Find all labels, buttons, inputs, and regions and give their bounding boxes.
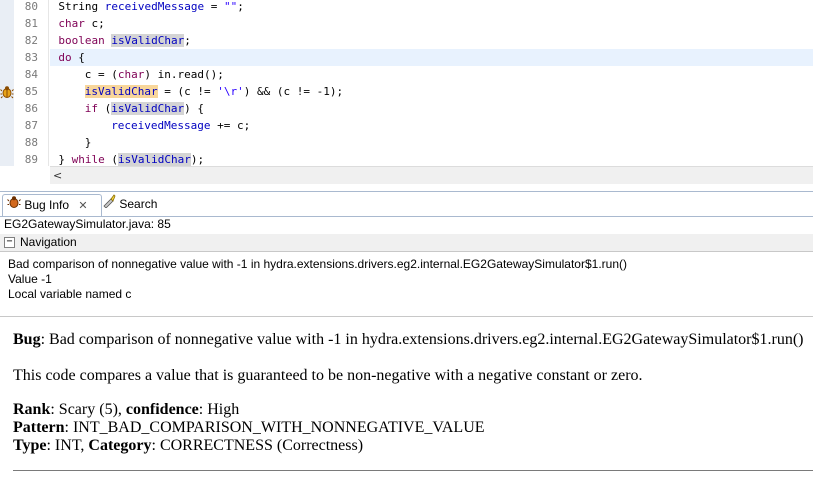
collapse-toggle-icon[interactable]: − bbox=[4, 237, 15, 248]
code-line[interactable]: boolean isValidChar; bbox=[50, 32, 813, 49]
code-token: boolean bbox=[58, 34, 105, 47]
list-item[interactable]: Local variable named c bbox=[8, 287, 131, 301]
view-tab-bar: Bug Info ✕ Search bbox=[0, 191, 813, 217]
code-token: isValidChar bbox=[84, 85, 158, 98]
line-number: 87 bbox=[24, 119, 38, 132]
code-token: = bbox=[204, 0, 224, 13]
tab-search-label: Search bbox=[119, 197, 158, 211]
pattern-line: Pattern: INT_BAD_COMPARISON_WITH_NONNEGA… bbox=[13, 419, 485, 437]
code-line[interactable]: } while (isValidChar); bbox=[50, 151, 813, 166]
bug-marker-icon[interactable] bbox=[0, 84, 14, 99]
type-label: Type bbox=[13, 437, 47, 454]
code-token: receivedMessage bbox=[111, 119, 211, 132]
line-number: 81 bbox=[24, 17, 38, 30]
close-icon[interactable]: ✕ bbox=[78, 200, 87, 212]
code-line[interactable]: receivedMessage += c; bbox=[50, 117, 813, 134]
code-token: ); bbox=[190, 153, 205, 166]
code-editor[interactable]: String receivedMessage = ""; char c; boole… bbox=[0, 0, 813, 166]
code-token: while bbox=[71, 153, 105, 166]
tab-bug-info-label: Bug Info bbox=[24, 198, 70, 212]
line-number: 84 bbox=[24, 68, 38, 81]
code-line[interactable]: c = (char) in.read(); bbox=[50, 66, 813, 83]
line-number: 85 bbox=[24, 85, 38, 98]
code-token: ) && (c != -1); bbox=[243, 85, 344, 98]
code-line[interactable]: isValidChar = (c != '\r') && (c != -1); bbox=[50, 83, 813, 100]
line-number: 80 bbox=[24, 0, 38, 13]
code-token: c; bbox=[84, 17, 105, 30]
code-token: ; bbox=[237, 0, 244, 13]
code-token: isValidChar bbox=[111, 102, 185, 115]
code-token: if bbox=[84, 102, 99, 115]
confidence-label: confidence bbox=[125, 401, 199, 418]
code-token: { bbox=[71, 51, 85, 64]
bug-details-panel: Bug: Bad comparison of nonnegative value… bbox=[0, 318, 813, 483]
line-number: 88 bbox=[24, 136, 38, 149]
line-number: 89 bbox=[24, 153, 38, 166]
bug-summary-text: : Bad comparison of nonnegative value wi… bbox=[40, 331, 804, 348]
code-token: char bbox=[58, 17, 85, 30]
category-value: : CORRECTNESS (Correctness) bbox=[151, 437, 364, 454]
rank-value: : Scary (5), bbox=[50, 401, 126, 418]
code-line[interactable]: char c; bbox=[50, 15, 813, 32]
rank-label: Rank bbox=[13, 401, 51, 418]
pattern-value: : INT_BAD_COMPARISON_WITH_NONNEGATIVE_VA… bbox=[64, 419, 485, 436]
code-token: "" bbox=[223, 0, 238, 13]
code-token: isValidChar bbox=[111, 34, 185, 47]
code-token: isValidChar bbox=[118, 153, 191, 166]
code-token: += c; bbox=[210, 119, 251, 132]
scrollbar-spacer bbox=[0, 166, 50, 183]
code-token: String bbox=[58, 0, 105, 13]
navigation-title: Navigation bbox=[20, 235, 77, 249]
code-token: ) { bbox=[184, 102, 205, 115]
scroll-left-arrow-icon[interactable]: < bbox=[53, 167, 62, 184]
line-number: 82 bbox=[24, 34, 38, 47]
code-token: ( bbox=[104, 153, 119, 166]
code-line[interactable]: } bbox=[50, 134, 813, 151]
tab-search[interactable]: Search bbox=[98, 194, 176, 215]
bug-location-link[interactable]: EG2GatewaySimulator.java: 85 bbox=[4, 217, 171, 231]
category-label: Category bbox=[88, 437, 152, 454]
navigation-list: Bad comparison of nonnegative value with… bbox=[0, 252, 813, 317]
code-line[interactable]: if (isValidChar) { bbox=[50, 100, 813, 117]
code-token: ( bbox=[98, 102, 112, 115]
type-line: Type: INT, Category: CORRECTNESS (Correc… bbox=[13, 437, 363, 455]
flashlight-icon bbox=[102, 194, 116, 215]
bug-icon bbox=[7, 195, 21, 216]
type-value: : INT, bbox=[46, 437, 89, 454]
overview-ruler[interactable] bbox=[0, 0, 15, 166]
list-item[interactable]: Value -1 bbox=[8, 272, 52, 286]
navigation-section-header[interactable]: − Navigation bbox=[0, 234, 813, 252]
bug-description: This code compares a value that is guara… bbox=[13, 367, 643, 384]
code-token: do bbox=[58, 51, 72, 64]
code-token: '\r' bbox=[217, 85, 244, 98]
code-token: receivedMessage bbox=[104, 0, 205, 13]
confidence-value: : High bbox=[198, 401, 240, 418]
code-token: } bbox=[84, 136, 92, 149]
code-token: = (c != bbox=[157, 85, 218, 98]
code-token: char bbox=[117, 68, 145, 81]
pattern-label: Pattern bbox=[13, 419, 65, 436]
bug-label: Bug bbox=[13, 331, 41, 348]
bug-summary: Bug: Bad comparison of nonnegative value… bbox=[13, 331, 804, 349]
horizontal-scrollbar[interactable]: < bbox=[50, 166, 813, 184]
code-token: ; bbox=[184, 34, 191, 47]
code-token: ) in.read(); bbox=[144, 68, 224, 81]
code-token: } bbox=[58, 153, 72, 166]
code-token: c = ( bbox=[84, 68, 118, 81]
code-line[interactable]: String receivedMessage = ""; bbox=[50, 0, 813, 15]
rank-line: Rank: Scary (5), confidence: High bbox=[13, 401, 239, 419]
list-item[interactable]: Bad comparison of nonnegative value with… bbox=[8, 257, 627, 271]
line-number: 83 bbox=[24, 51, 38, 64]
divider bbox=[13, 470, 813, 471]
tab-bug-info[interactable]: Bug Info ✕ bbox=[2, 194, 102, 216]
code-line[interactable]: do { bbox=[50, 49, 813, 66]
line-number: 86 bbox=[24, 102, 38, 115]
